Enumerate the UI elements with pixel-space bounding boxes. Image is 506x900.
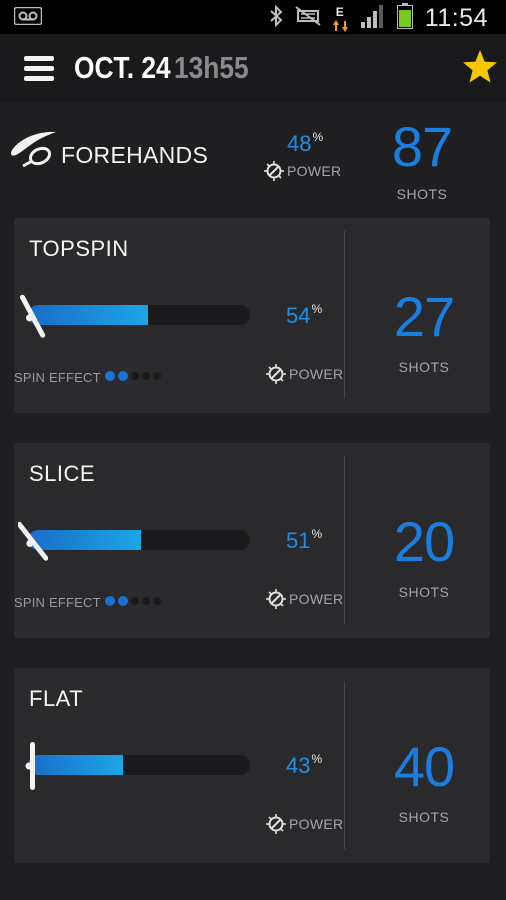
card-divider [344, 681, 345, 849]
spin-effect-rating [105, 371, 161, 381]
card-divider [344, 456, 345, 624]
shots-label: SHOTS [398, 584, 450, 600]
spin-dot-empty [131, 597, 139, 605]
racket-angle-icon [18, 738, 48, 799]
spin-dot-empty [153, 372, 161, 380]
menu-icon[interactable] [24, 56, 54, 82]
spin-effect-rating [105, 596, 161, 606]
forehands-summary: FOREHANDS 48% POWER 87 SHOTS [0, 102, 506, 214]
summary-power-percent: 48% [287, 130, 324, 156]
power-percent: 54% [286, 302, 323, 328]
racket-angle-icon [18, 288, 48, 349]
shots-label: SHOTS [398, 359, 450, 375]
power-label: POWER [266, 589, 343, 609]
power-bar [28, 305, 250, 325]
shots-count: 40 [393, 735, 455, 798]
clock: 11:54 [424, 4, 488, 32]
spin-dot-filled [105, 596, 115, 606]
power-label: POWER [266, 814, 343, 834]
racket-angle-icon [16, 513, 49, 574]
spin-dot-filled [105, 371, 115, 381]
data-icon: E [332, 5, 349, 33]
card-divider [344, 231, 345, 399]
spin-dot-filled [118, 371, 128, 381]
shots-label: SHOTS [398, 809, 450, 825]
stroke-card-flat[interactable]: FLAT 43% POWER 40 SHOTS [14, 668, 490, 863]
session-time: 13h55 [174, 50, 249, 85]
power-icon [266, 589, 286, 609]
bluetooth-icon [269, 4, 283, 32]
shots-count: 27 [393, 285, 455, 348]
power-bar [28, 755, 250, 775]
spin-effect-label: SPIN EFFECT [14, 595, 101, 610]
spin-dot-empty [153, 597, 161, 605]
spin-dot-empty [142, 597, 150, 605]
spin-dot-empty [131, 372, 139, 380]
power-label: POWER [266, 364, 343, 384]
spin-effect-label: SPIN EFFECT [14, 370, 101, 385]
summary-shots-label: SHOTS [396, 186, 448, 202]
spin-dot-filled [118, 596, 128, 606]
session-date: OCT. 24 [74, 50, 171, 85]
star-icon[interactable] [462, 49, 498, 85]
power-icon [266, 814, 286, 834]
signal-icon [360, 4, 385, 33]
mute-icon [295, 6, 321, 31]
stroke-title: SLICE [29, 461, 96, 486]
voicemail-icon [13, 6, 43, 30]
power-icon [266, 364, 286, 384]
summary-power-label: POWER [264, 161, 341, 181]
summary-title: FOREHANDS [61, 142, 209, 168]
stroke-card-topspin[interactable]: TOPSPIN 54% POWER 27 SHOTS SPIN EFFECT [14, 218, 490, 413]
stroke-title: TOPSPIN [29, 236, 129, 261]
spin-dot-empty [142, 372, 150, 380]
shots-count: 20 [393, 510, 455, 573]
forehand-racket-icon [8, 128, 58, 175]
status-bar: E 11:54 [0, 0, 506, 34]
power-icon [264, 161, 284, 181]
power-bar [28, 530, 250, 550]
power-percent: 51% [286, 527, 323, 553]
stroke-card-slice[interactable]: SLICE 51% POWER 20 SHOTS SPIN EFFECT [14, 443, 490, 638]
power-percent: 43% [286, 752, 323, 778]
summary-shots-count: 87 [391, 115, 453, 178]
app-bar: OCT. 24 13h55 [0, 34, 506, 102]
battery-icon [396, 3, 413, 34]
stroke-title: FLAT [29, 686, 84, 711]
